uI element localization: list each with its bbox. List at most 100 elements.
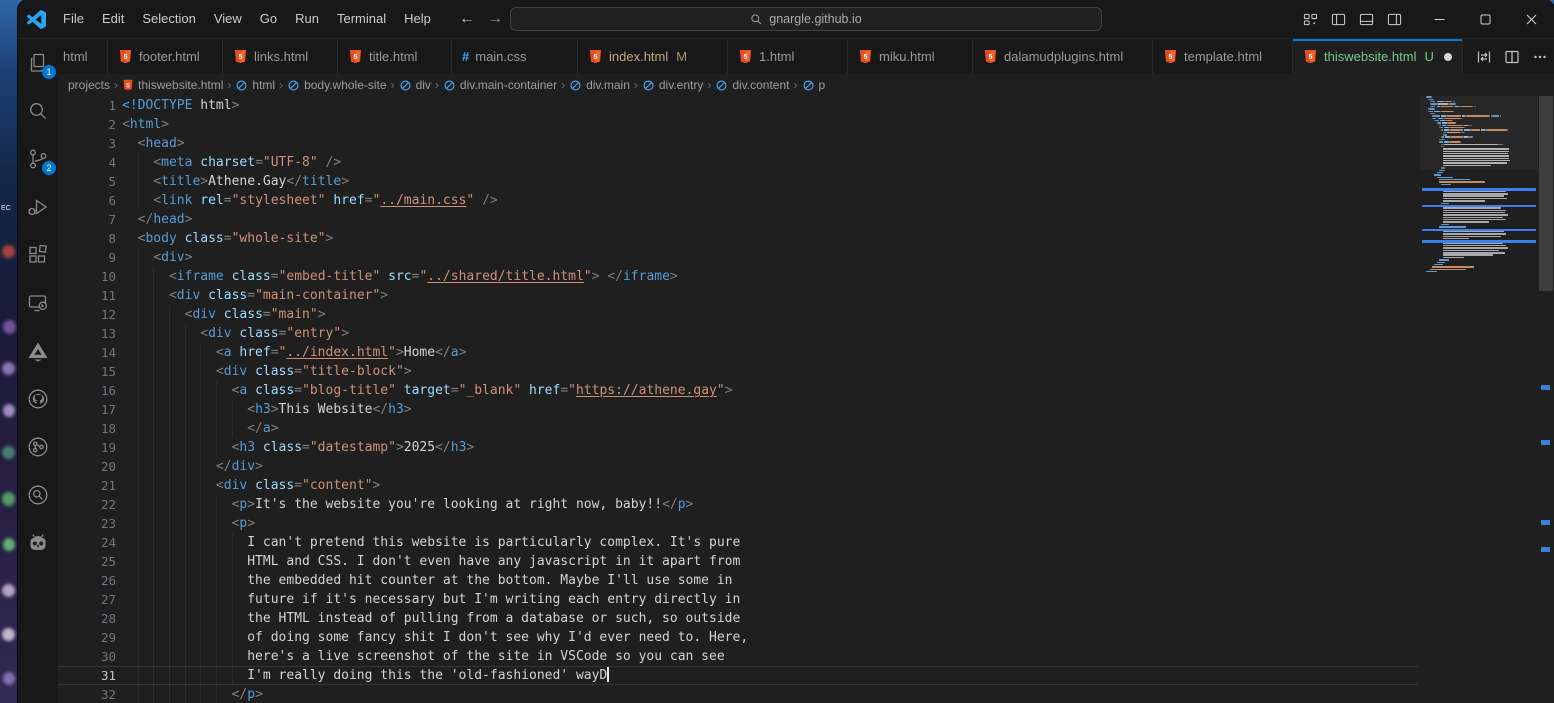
minimize-button[interactable]: [1416, 0, 1462, 38]
code-line-9[interactable]: 9 <div>: [58, 248, 1418, 267]
toggle-primary-sidebar-icon[interactable]: [1331, 12, 1346, 27]
history-back-button[interactable]: ←: [458, 10, 476, 28]
breadcrumb-item-html[interactable]: html: [235, 78, 275, 92]
breadcrumb-item-p[interactable]: p: [802, 78, 826, 92]
breadcrumb-item-thiswebsite-html[interactable]: 5thiswebsite.html: [122, 78, 223, 92]
line-number: 24: [58, 533, 116, 552]
godot-tools-icon[interactable]: [26, 531, 50, 555]
menu-view[interactable]: View: [205, 0, 251, 38]
toggle-panel-icon[interactable]: [1359, 12, 1374, 27]
split-editor-icon[interactable]: [1501, 46, 1523, 68]
editor-scrollbar[interactable]: [1538, 96, 1554, 703]
code-search-icon[interactable]: [26, 483, 50, 507]
breadcrumb-item-div-main[interactable]: div.main: [569, 78, 630, 92]
tab-index-html[interactable]: 5index.htmlM: [578, 39, 728, 74]
maximize-button[interactable]: [1462, 0, 1508, 38]
code-text: </div>: [122, 457, 263, 476]
code-line-8[interactable]: 8 <body class="whole-site">: [58, 229, 1418, 248]
remote-explorer-icon[interactable]: [26, 291, 50, 315]
breadcrumb-item-div-content[interactable]: div.content: [715, 78, 789, 92]
html-file-icon: 5: [1303, 49, 1318, 64]
source-control-icon[interactable]: 2: [26, 147, 50, 171]
code-line-4[interactable]: 4 <meta charset="UTF-8" />: [58, 153, 1418, 172]
tab-miku-html[interactable]: 5miku.html: [848, 39, 973, 74]
tab-main-css[interactable]: #main.css: [452, 39, 578, 74]
code-line-18[interactable]: 18 </a>: [58, 419, 1418, 438]
extensions-icon[interactable]: [26, 243, 50, 267]
desktop-icon-label: EC: [1, 205, 11, 212]
git-status-badge: M: [676, 49, 687, 64]
menu-edit[interactable]: Edit: [93, 0, 133, 38]
tab-html[interactable]: html: [58, 39, 108, 74]
menu-terminal[interactable]: Terminal: [328, 0, 395, 38]
menu-go[interactable]: Go: [251, 0, 286, 38]
command-center[interactable]: gnargle.github.io: [510, 7, 1102, 31]
tab-links-html[interactable]: 5links.html: [223, 39, 338, 74]
scrollbar-slider[interactable]: [1539, 96, 1553, 291]
code-line-32[interactable]: 32 </p>: [58, 685, 1418, 703]
code-line-29[interactable]: 29 of doing some fancy shit I don't see …: [58, 628, 1418, 647]
code-line-31[interactable]: 31 I'm really doing this the 'old-fashio…: [58, 666, 1418, 685]
code-line-7[interactable]: 7 </head>: [58, 210, 1418, 229]
extension-a-icon[interactable]: [26, 339, 50, 363]
code-line-2[interactable]: 2<html>: [58, 115, 1418, 134]
menu-selection[interactable]: Selection: [133, 0, 204, 38]
tab-template-html[interactable]: 5template.html: [1153, 39, 1293, 74]
history-forward-button[interactable]: →: [486, 10, 504, 28]
code-line-27[interactable]: 27 future if it's necessary but I'm writ…: [58, 590, 1418, 609]
code-line-17[interactable]: 17 <h3>This Website</h3>: [58, 400, 1418, 419]
code-line-11[interactable]: 11 <div class="main-container">: [58, 286, 1418, 305]
tab-dalamudplugins-html[interactable]: 5dalamudplugins.html: [973, 39, 1153, 74]
code-line-24[interactable]: 24 I can't pretend this website is parti…: [58, 533, 1418, 552]
code-line-13[interactable]: 13 <div class="entry">: [58, 324, 1418, 343]
commit-graph-icon[interactable]: [26, 435, 50, 459]
more-actions-icon[interactable]: [1529, 46, 1551, 68]
minimap-line: [1437, 177, 1454, 178]
code-line-5[interactable]: 5 <title>Athene.Gay</title>: [58, 172, 1418, 191]
menu-file[interactable]: File: [54, 0, 93, 38]
menu-run[interactable]: Run: [286, 0, 328, 38]
code-line-16[interactable]: 16 <a class="blog-title" target="_blank"…: [58, 381, 1418, 400]
unsaved-dot-icon[interactable]: [1444, 53, 1452, 61]
code-line-14[interactable]: 14 <a href="../index.html">Home</a>: [58, 343, 1418, 362]
code-line-26[interactable]: 26 the embedded hit counter at the botto…: [58, 571, 1418, 590]
code-line-3[interactable]: 3 <head>: [58, 134, 1418, 153]
close-button[interactable]: [1508, 0, 1554, 38]
line-number: 17: [58, 400, 116, 419]
code-editor[interactable]: 1<!DOCTYPE html>2<html>3 <head>4 <meta c…: [58, 96, 1554, 703]
code-line-1[interactable]: 1<!DOCTYPE html>: [58, 96, 1418, 115]
tab-thiswebsite-html[interactable]: 5thiswebsite.htmlU: [1293, 39, 1463, 74]
tab-1-html[interactable]: 51.html: [728, 39, 848, 74]
code-line-10[interactable]: 10 <iframe class="embed-title" src="../s…: [58, 267, 1418, 286]
breadcrumb-item-body-whole-site[interactable]: body.whole-site: [287, 78, 387, 92]
code-line-19[interactable]: 19 <h3 class="datestamp">2025</h3>: [58, 438, 1418, 457]
code-line-15[interactable]: 15 <div class="title-block">: [58, 362, 1418, 381]
breadcrumb-item-projects[interactable]: projects: [68, 78, 110, 92]
run-and-debug-icon[interactable]: [26, 195, 50, 219]
code-line-25[interactable]: 25 HTML and CSS. I don't even have any j…: [58, 552, 1418, 571]
breadcrumb-item-div[interactable]: div: [399, 78, 431, 92]
code-line-12[interactable]: 12 <div class="main">: [58, 305, 1418, 324]
desktop-icon: [3, 672, 15, 685]
line-number: 32: [58, 685, 116, 703]
menu-help[interactable]: Help: [395, 0, 440, 38]
tab-footer-html[interactable]: 5footer.html: [108, 39, 223, 74]
customize-layout-icon[interactable]: [1303, 12, 1318, 27]
code-line-21[interactable]: 21 <div class="content">: [58, 476, 1418, 495]
open-changes-icon[interactable]: [1473, 46, 1495, 68]
code-line-6[interactable]: 6 <link rel="stylesheet" href="../main.c…: [58, 191, 1418, 210]
minimap[interactable]: [1420, 96, 1538, 703]
code-line-20[interactable]: 20 </div>: [58, 457, 1418, 476]
code-line-23[interactable]: 23 <p>: [58, 514, 1418, 533]
github-icon[interactable]: [26, 387, 50, 411]
explorer-icon[interactable]: 1: [26, 51, 50, 75]
code-line-22[interactable]: 22 <p>It's the website you're looking at…: [58, 495, 1418, 514]
search-icon[interactable]: [26, 99, 50, 123]
toggle-secondary-sidebar-icon[interactable]: [1387, 12, 1402, 27]
tab-title-html[interactable]: 5title.html: [338, 39, 452, 74]
code-line-30[interactable]: 30 here's a live screenshot of the site …: [58, 647, 1418, 666]
symbol-element-icon: [399, 79, 412, 92]
code-line-28[interactable]: 28 the HTML instead of pulling from a da…: [58, 609, 1418, 628]
breadcrumb-item-div-main-container[interactable]: div.main-container: [443, 78, 557, 92]
breadcrumb-item-div-entry[interactable]: div.entry: [642, 78, 703, 92]
